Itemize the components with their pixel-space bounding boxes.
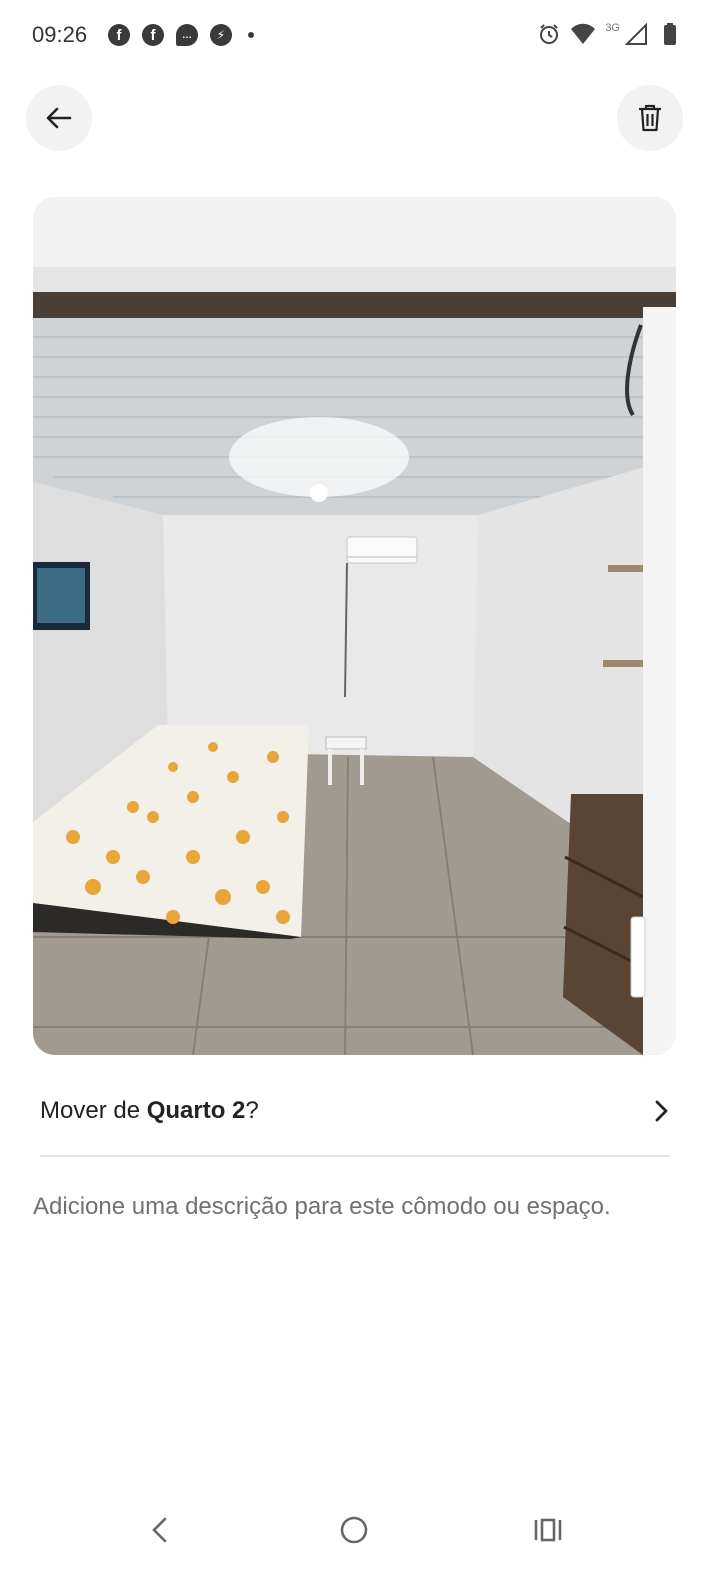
signal-icon xyxy=(624,22,648,46)
status-time: 09:26 xyxy=(32,22,88,47)
move-room-name: Quarto 2 xyxy=(146,1097,246,1124)
nav-home-icon xyxy=(340,1516,368,1544)
facebook-icon: f xyxy=(108,24,130,46)
dot-icon xyxy=(248,32,254,38)
battery-icon xyxy=(658,22,682,46)
move-room-label: Mover de Quarto 2? xyxy=(40,1097,259,1125)
nav-back-icon xyxy=(152,1517,167,1543)
system-nav-bar xyxy=(0,1490,720,1570)
alarm-icon xyxy=(537,22,561,46)
move-room-row[interactable]: Mover de Quarto 2? xyxy=(40,1085,670,1137)
back-button[interactable] xyxy=(26,85,92,151)
system-icons: 3G xyxy=(537,22,682,46)
arrow-left-icon xyxy=(46,107,72,129)
nav-home-button[interactable] xyxy=(332,1508,376,1552)
delete-button[interactable] xyxy=(617,85,683,151)
network-type-label: 3G xyxy=(605,22,620,34)
trash-icon xyxy=(639,104,661,132)
nav-recents-button[interactable] xyxy=(526,1508,570,1552)
nav-recents-icon xyxy=(534,1518,562,1542)
divider xyxy=(40,1155,670,1157)
move-suffix: ? xyxy=(245,1097,259,1124)
status-bar: 09:26 f f … ⚡ 3G xyxy=(0,0,720,72)
facebook-icon: f xyxy=(142,24,164,46)
nav-back-button[interactable] xyxy=(138,1508,182,1552)
chat-bubble-icon: … xyxy=(176,24,198,46)
description-field[interactable]: Adicione uma descrição para este cômodo … xyxy=(33,1186,633,1227)
move-prefix: Mover de xyxy=(40,1097,147,1124)
room-photo[interactable] xyxy=(33,197,676,1055)
wifi-icon xyxy=(571,22,596,46)
chevron-right-icon xyxy=(655,1100,668,1122)
messenger-icon: ⚡ xyxy=(210,24,232,46)
notification-icons: f f … ⚡ xyxy=(108,24,254,46)
